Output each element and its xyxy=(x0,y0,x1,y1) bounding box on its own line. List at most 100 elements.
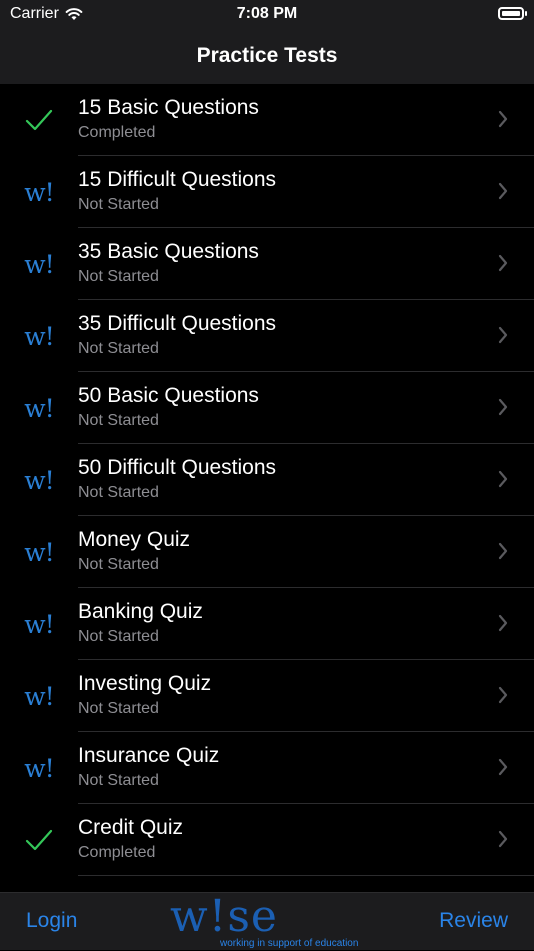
test-title: 35 Difficult Questions xyxy=(78,312,277,335)
test-row-content: 35 Difficult Questions Not Started xyxy=(78,300,534,372)
test-title: 50 Difficult Questions xyxy=(78,456,277,479)
disclosure-indicator xyxy=(498,758,508,781)
wise-logo-icon: w! xyxy=(24,177,54,207)
wifi-icon xyxy=(65,8,83,20)
test-row[interactable]: Credit Quiz Completed xyxy=(0,804,534,876)
test-row[interactable]: w! 15 Difficult Questions Not Started xyxy=(0,156,534,228)
test-row-content: 50 Basic Questions Not Started xyxy=(78,372,534,444)
wise-logo-tagline: working in support of education xyxy=(220,938,359,949)
checkmark-icon xyxy=(25,109,53,131)
test-row[interactable]: w! Money Quiz Not Started xyxy=(0,516,534,588)
chevron-right-icon xyxy=(498,542,508,560)
test-row-content: 15 Difficult Questions Not Started xyxy=(78,156,534,228)
test-status: Completed xyxy=(78,844,156,861)
completed-status-cell xyxy=(0,84,78,156)
wise-logo-icon: w! xyxy=(24,321,54,351)
disclosure-indicator xyxy=(498,110,508,133)
test-title: 50 Basic Questions xyxy=(78,384,259,407)
test-row-content: 35 Basic Questions Not Started xyxy=(78,228,534,300)
disclosure-indicator xyxy=(498,254,508,277)
test-status: Not Started xyxy=(78,412,159,429)
test-title: Investing Quiz xyxy=(78,672,212,695)
wise-logo-icon: w! xyxy=(24,537,54,567)
wise-logo-icon: w! xyxy=(24,249,54,279)
test-title: 35 Basic Questions xyxy=(78,240,259,263)
chevron-right-icon xyxy=(498,830,508,848)
test-row-content: Banking Quiz Not Started xyxy=(78,588,534,660)
disclosure-indicator xyxy=(498,614,508,637)
completed-status-cell xyxy=(0,804,78,876)
test-row[interactable]: w! Investing Quiz Not Started xyxy=(0,660,534,732)
battery-icon xyxy=(498,7,527,20)
wise-status-cell: w! xyxy=(0,732,78,804)
test-status: Not Started xyxy=(78,268,159,285)
test-row-content: 15 Basic Questions Completed xyxy=(78,84,534,156)
chevron-right-icon xyxy=(498,254,508,272)
wise-logo-icon: w! xyxy=(24,753,54,783)
chevron-right-icon xyxy=(498,110,508,128)
test-title: Money Quiz xyxy=(78,528,191,551)
test-row-content: Money Quiz Not Started xyxy=(78,516,534,588)
wise-status-cell: w! xyxy=(0,372,78,444)
chevron-right-icon xyxy=(498,182,508,200)
wise-status-cell: w! xyxy=(0,588,78,660)
disclosure-indicator xyxy=(498,398,508,421)
wise-status-cell: w! xyxy=(0,444,78,516)
disclosure-indicator xyxy=(498,326,508,349)
test-row-content: Investing Quiz Not Started xyxy=(78,660,534,732)
wise-logo-word: w!se xyxy=(170,891,278,942)
test-row[interactable]: w! 50 Difficult Questions Not Started xyxy=(0,444,534,516)
chevron-right-icon xyxy=(498,470,508,488)
wise-status-cell: w! xyxy=(0,228,78,300)
chevron-right-icon xyxy=(498,758,508,776)
test-status: Completed xyxy=(78,124,156,141)
chevron-right-icon xyxy=(498,398,508,416)
test-title: Insurance Quiz xyxy=(78,744,220,767)
test-title: Credit Quiz xyxy=(78,816,184,839)
bottom-toolbar: Login w!se working in support of educati… xyxy=(0,891,534,951)
test-status: Not Started xyxy=(78,772,159,789)
disclosure-indicator xyxy=(498,182,508,205)
test-row[interactable]: w! Banking Quiz Not Started xyxy=(0,588,534,660)
wise-logo-icon: w! xyxy=(24,609,54,639)
wise-logo-icon: w! xyxy=(24,681,54,711)
chevron-right-icon xyxy=(498,326,508,344)
test-title: Banking Quiz xyxy=(78,600,203,623)
test-status: Not Started xyxy=(78,556,159,573)
disclosure-indicator xyxy=(498,686,508,709)
wise-status-cell: w! xyxy=(0,516,78,588)
test-status: Not Started xyxy=(78,196,159,213)
review-button[interactable]: Review xyxy=(439,909,508,933)
wise-status-cell: w! xyxy=(0,300,78,372)
test-row[interactable]: w! 50 Basic Questions Not Started xyxy=(0,372,534,444)
test-row-content: Insurance Quiz Not Started xyxy=(78,732,534,804)
test-title: 15 Basic Questions xyxy=(78,96,259,119)
test-status: Not Started xyxy=(78,700,159,717)
test-row[interactable]: w! 35 Difficult Questions Not Started xyxy=(0,300,534,372)
wise-logo-icon: w! xyxy=(24,465,54,495)
carrier-label: Carrier xyxy=(10,5,59,22)
disclosure-indicator xyxy=(498,542,508,565)
wise-logo-icon: w! xyxy=(24,393,54,423)
practice-test-list: 15 Basic Questions Completed w! 15 Difficul… xyxy=(0,84,534,876)
carrier-info: Carrier xyxy=(10,5,83,23)
test-status: Not Started xyxy=(78,628,159,645)
disclosure-indicator xyxy=(498,470,508,493)
chevron-right-icon xyxy=(498,686,508,704)
test-row-content: 50 Difficult Questions Not Started xyxy=(78,444,534,516)
test-title: 15 Difficult Questions xyxy=(78,168,277,191)
test-row[interactable]: w! 35 Basic Questions Not Started xyxy=(0,228,534,300)
test-row-content: Credit Quiz Completed xyxy=(78,804,534,876)
page-title: Practice Tests xyxy=(196,44,338,67)
test-row[interactable]: w! Insurance Quiz Not Started xyxy=(0,732,534,804)
test-status: Not Started xyxy=(78,484,159,501)
disclosure-indicator xyxy=(498,830,508,853)
wise-status-cell: w! xyxy=(0,156,78,228)
status-bar: Carrier 7:08 PM xyxy=(0,0,534,28)
wise-status-cell: w! xyxy=(0,660,78,732)
login-button[interactable]: Login xyxy=(26,909,77,933)
test-row[interactable]: 15 Basic Questions Completed xyxy=(0,84,534,156)
wise-logo: w!se working in support of education xyxy=(170,891,360,951)
navigation-bar: Practice Tests xyxy=(0,28,534,84)
test-status: Not Started xyxy=(78,340,159,357)
